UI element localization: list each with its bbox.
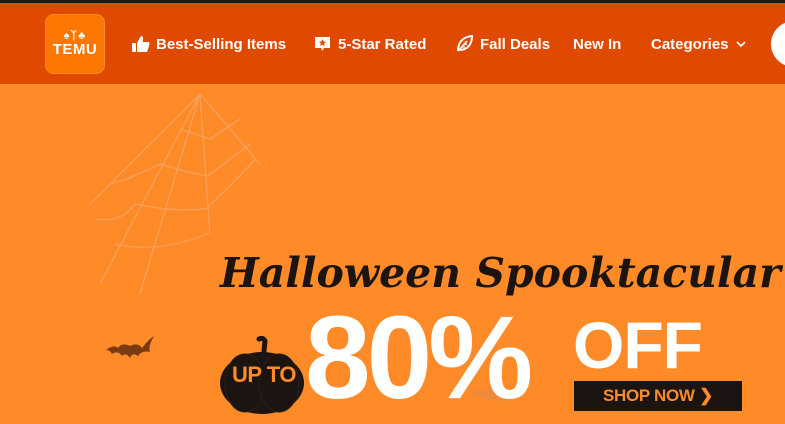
star-badge-icon bbox=[315, 37, 330, 51]
nav-fall-deals[interactable]: Fall Deals bbox=[455, 31, 550, 57]
nav-best-selling-label: Best-Selling Items bbox=[156, 35, 287, 53]
halloween-banner[interactable]: Halloween Spooktacular UP TO 80% OFF SHO… bbox=[0, 84, 785, 418]
off-label: OFF bbox=[573, 308, 703, 382]
nav-five-star[interactable]: 5-Star Rated bbox=[313, 31, 426, 57]
nav-categories[interactable]: Categories bbox=[651, 31, 747, 57]
nav-new-in-label: New In bbox=[573, 35, 622, 53]
bat-decoration bbox=[106, 336, 154, 358]
shop-now-button[interactable]: SHOP NOW ❯ bbox=[574, 381, 742, 411]
search-box[interactable] bbox=[771, 21, 785, 67]
thumbs-up-icon bbox=[132, 36, 150, 52]
up-to-label: UP TO bbox=[232, 362, 296, 387]
nav-fall-deals-label: Fall Deals bbox=[480, 35, 551, 53]
nav-best-selling[interactable]: Best-Selling Items bbox=[131, 31, 286, 57]
nav-five-star-label: 5-Star Rated bbox=[338, 35, 427, 53]
logo-text: TEMU bbox=[52, 41, 98, 58]
banner-headline: Halloween Spooktacular bbox=[220, 249, 781, 297]
leaf-icon bbox=[457, 35, 474, 52]
chevron-down-icon bbox=[735, 41, 746, 48]
temu-logo[interactable]: ♠ᛉ♣ TEMU bbox=[45, 14, 105, 74]
discount-percent: 80% bbox=[305, 292, 533, 424]
site-header: ♠ᛉ♣ TEMU Best-Selling Items 5-Star Rated… bbox=[0, 3, 785, 84]
nav-new-in[interactable]: New In bbox=[573, 31, 621, 57]
nav-categories-label: Categories bbox=[651, 35, 729, 53]
